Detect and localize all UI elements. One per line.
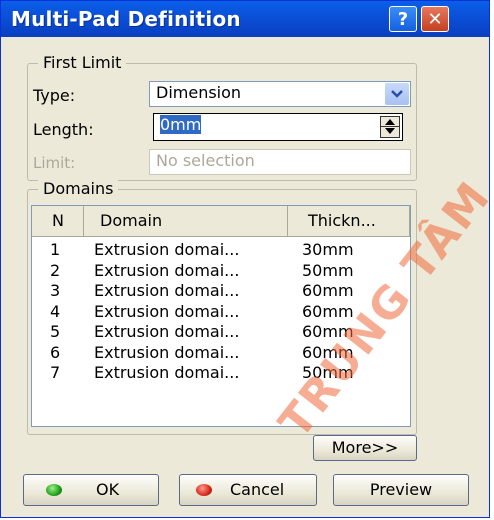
row-index: 3 — [50, 281, 61, 300]
spin-icon[interactable] — [380, 116, 400, 138]
preview-button[interactable]: Preview — [333, 474, 469, 506]
row-domain: Extrusion domai... — [94, 301, 240, 321]
row-thickness: 60mm — [302, 281, 354, 300]
window-title: Multi-Pad Definition — [11, 7, 241, 31]
ok-label: OK — [96, 480, 120, 499]
row-index: 6 — [50, 342, 61, 362]
row-thickness: 60mm — [302, 322, 354, 341]
table-row[interactable]: 2 Extrusion domai... 50mm — [32, 260, 410, 281]
length-value: 0mm — [160, 115, 202, 134]
cancel-status-icon — [196, 484, 212, 496]
row-index: 4 — [50, 301, 61, 321]
first-limit-legend: First Limit — [38, 53, 127, 72]
row-index: 1 — [50, 240, 61, 259]
limit-field: No selection — [149, 149, 411, 175]
table-row[interactable]: 6 Extrusion domai... 60mm — [32, 342, 410, 363]
domains-legend: Domains — [38, 179, 119, 198]
row-domain: Extrusion domai... — [94, 322, 240, 341]
domains-list[interactable]: N Domain Thickn... 1 Extrusion domai... 30… — [31, 205, 411, 427]
row-thickness: 50mm — [302, 363, 354, 382]
spin-up-icon[interactable] — [385, 119, 395, 125]
column-header-domain[interactable]: Domain — [84, 206, 288, 236]
multi-pad-dialog: Multi-Pad Definition ? ✕ First Limit Typ… — [0, 0, 490, 518]
row-thickness: 30mm — [302, 240, 354, 259]
row-index: 5 — [50, 322, 61, 341]
length-input[interactable]: 0mm — [153, 113, 403, 141]
row-domain: Extrusion domai... — [94, 281, 240, 300]
row-index: 2 — [50, 260, 61, 280]
type-dropdown[interactable]: Dimension — [149, 81, 411, 107]
row-domain: Extrusion domai... — [94, 240, 240, 259]
limit-value: No selection — [156, 151, 255, 170]
list-header: N Domain Thickn... — [32, 206, 410, 237]
table-row[interactable]: 4 Extrusion domai... 60mm — [32, 301, 410, 322]
row-thickness: 50mm — [302, 260, 354, 280]
row-index: 7 — [50, 363, 61, 382]
close-icon[interactable]: ✕ — [421, 6, 449, 32]
help-icon[interactable]: ? — [389, 6, 417, 32]
dropdown-arrow-icon[interactable] — [385, 83, 409, 105]
spin-down-icon[interactable] — [385, 128, 395, 134]
row-domain: Extrusion domai... — [94, 260, 240, 280]
row-thickness: 60mm — [302, 301, 354, 321]
type-value: Dimension — [156, 83, 242, 102]
type-label: Type: — [33, 86, 76, 105]
cancel-button[interactable]: Cancel — [179, 474, 317, 506]
row-domain: Extrusion domai... — [94, 363, 240, 382]
column-header-thickness[interactable]: Thickn... — [288, 206, 410, 236]
limit-label: Limit: — [33, 154, 76, 172]
row-domain: Extrusion domai... — [94, 342, 240, 362]
table-row[interactable]: 7 Extrusion domai... 50mm — [32, 362, 410, 383]
row-thickness: 60mm — [302, 342, 354, 362]
ok-status-icon — [46, 484, 62, 496]
title-bar[interactable]: Multi-Pad Definition ? ✕ — [1, 1, 489, 37]
table-row[interactable]: 5 Extrusion domai... 60mm — [32, 321, 410, 342]
column-header-n[interactable]: N — [32, 206, 84, 236]
table-row[interactable]: 3 Extrusion domai... 60mm — [32, 280, 410, 301]
length-label: Length: — [33, 120, 94, 139]
table-row[interactable]: 1 Extrusion domai... 30mm — [32, 239, 410, 260]
ok-button[interactable]: OK — [23, 474, 159, 506]
cancel-label: Cancel — [230, 480, 285, 499]
more-button[interactable]: More>> — [313, 435, 417, 461]
